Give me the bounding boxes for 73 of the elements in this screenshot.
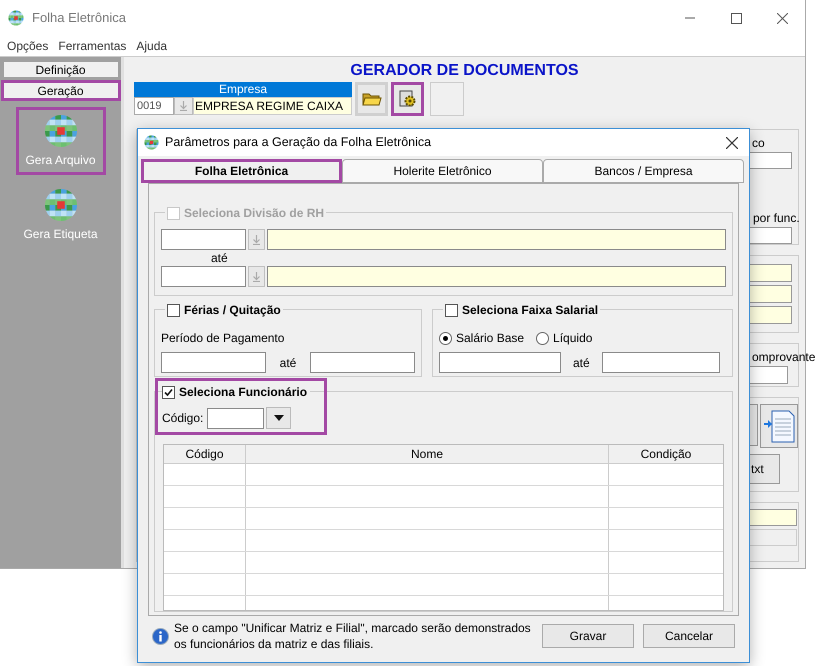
sidebar-tab[interactable]: Geração — [0, 80, 120, 101]
download-arrow-icon — [252, 272, 261, 282]
page-title: GERADOR DE DOCUMENTOS — [349, 61, 580, 79]
group-title: Seleciona Funcionário — [179, 384, 308, 401]
range-label: até — [573, 354, 590, 372]
tab[interactable]: Bancos / Empresa — [543, 159, 744, 183]
maximize-icon — [730, 12, 742, 24]
menu-item[interactable]: Ajuda — [136, 37, 168, 55]
tab[interactable]: Folha Eletrônica — [141, 159, 342, 183]
document-arrow-icon — [763, 409, 795, 443]
checkbox[interactable] — [445, 304, 458, 316]
input-field[interactable] — [161, 266, 246, 287]
input-field[interactable] — [310, 352, 415, 373]
code-field[interactable] — [207, 408, 264, 428]
radio-button[interactable] — [439, 332, 452, 344]
close-icon — [726, 136, 738, 148]
sidebar-item-label: Gera Arquivo — [25, 152, 96, 168]
radio-label: Salário Base — [456, 330, 524, 347]
tab[interactable]: Holerite Eletrônico — [342, 159, 543, 183]
export-document-button[interactable] — [760, 404, 798, 448]
download-arrow-icon — [252, 234, 261, 244]
toolbar-button[interactable] — [391, 82, 424, 116]
field-label: co — [752, 135, 765, 152]
info-note: Se o campo "Unificar Matriz e Filial", marcado serão demonstrados os funcionários da matriz e das filiais. — [174, 620, 532, 652]
input-field[interactable] — [161, 229, 246, 250]
dialog-button[interactable]: Gravar — [542, 624, 634, 648]
app-icon — [8, 10, 24, 26]
range-label: até — [211, 250, 229, 266]
lookup-button[interactable] — [248, 229, 265, 250]
menu-item[interactable]: Opções — [7, 37, 48, 55]
toolbar-panel — [430, 82, 464, 116]
checkbox[interactable] — [162, 386, 175, 398]
download-arrow-icon — [179, 101, 188, 111]
globe-icon — [44, 114, 78, 148]
field-label: por func. — [753, 210, 800, 227]
caret-icon — [274, 415, 284, 421]
input-field[interactable] — [747, 529, 797, 546]
dropdown-button[interactable] — [266, 407, 292, 429]
company-name-field[interactable]: EMPRESA REGIME CAIXA — [193, 97, 352, 115]
input-field[interactable] — [161, 352, 266, 373]
company-header: Empresa — [134, 82, 352, 97]
gear-document-icon — [398, 90, 416, 108]
folder-icon — [362, 91, 382, 107]
range-label: até — [280, 354, 296, 372]
column-header: Condição — [640, 446, 692, 463]
field-label: omprovante — [752, 349, 816, 366]
lookup-button[interactable] — [174, 97, 193, 115]
column-header: Código — [164, 445, 246, 463]
radio-button[interactable] — [536, 332, 550, 344]
input-field[interactable] — [439, 352, 561, 373]
input-field[interactable] — [747, 509, 797, 526]
input-field[interactable] — [267, 266, 726, 287]
checkbox[interactable] — [167, 304, 180, 316]
radio-label: Líquido — [553, 330, 592, 347]
field-label: Período de Pagamento — [161, 330, 286, 347]
menu-item[interactable]: Ferramentas — [58, 37, 126, 55]
company-code-field[interactable]: 0019 — [134, 97, 174, 115]
window-title: Folha Eletrônica — [32, 9, 126, 28]
app-icon — [144, 135, 159, 150]
close-icon — [776, 12, 788, 24]
field-label: Código: — [162, 410, 204, 427]
group-title: Seleciona Divisão de RH — [184, 205, 324, 222]
input-field[interactable] — [602, 352, 720, 373]
group-title: Férias / Quitação — [184, 302, 281, 319]
group-title: Seleciona Faixa Salarial — [462, 302, 598, 319]
lookup-button[interactable] — [248, 266, 265, 287]
input-field[interactable] — [267, 229, 726, 250]
sidebar-item-label: Gera Etiqueta — [23, 226, 98, 242]
dialog-button[interactable]: Cancelar — [643, 624, 735, 648]
info-icon — [152, 628, 169, 644]
globe-icon — [44, 188, 78, 222]
dialog-title: Parâmetros para a Geração da Folha Eletrônica — [165, 134, 432, 152]
column-header: Nome — [246, 445, 609, 463]
